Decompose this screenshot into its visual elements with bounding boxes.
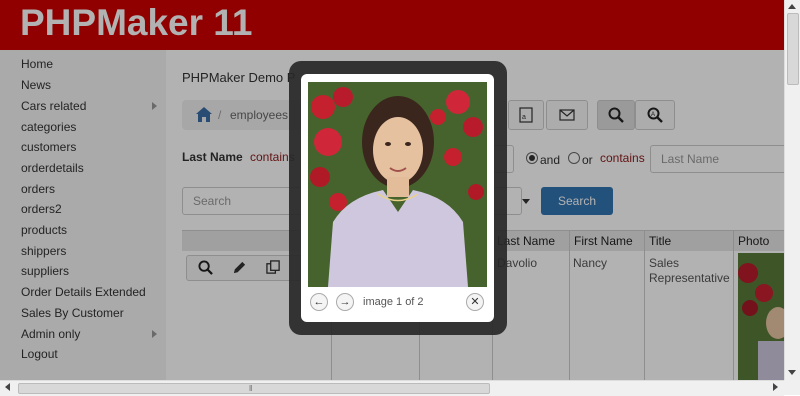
scroll-right-icon[interactable] — [773, 383, 778, 391]
next-image-button[interactable]: → — [336, 293, 354, 311]
scroll-down-icon[interactable] — [788, 370, 796, 375]
scroll-left-icon[interactable] — [5, 383, 10, 391]
prev-image-button[interactable]: ← — [310, 293, 328, 311]
lightbox: ← → image 1 of 2 ✕ — [301, 74, 494, 322]
close-icon: ✕ — [470, 296, 480, 308]
vertical-scroll-thumb[interactable] — [787, 13, 799, 85]
horizontal-scroll-thumb[interactable]: ‖ — [18, 383, 490, 394]
close-lightbox-button[interactable]: ✕ — [466, 293, 484, 311]
scroll-grip-icon: ‖ — [249, 384, 253, 393]
scrollbar-corner — [784, 380, 800, 395]
lightbox-photo[interactable] — [308, 82, 487, 287]
next-icon: → — [339, 296, 351, 308]
lightbox-caption: image 1 of 2 — [363, 296, 424, 308]
scroll-up-icon[interactable] — [788, 4, 796, 9]
prev-icon: ← — [313, 296, 325, 308]
